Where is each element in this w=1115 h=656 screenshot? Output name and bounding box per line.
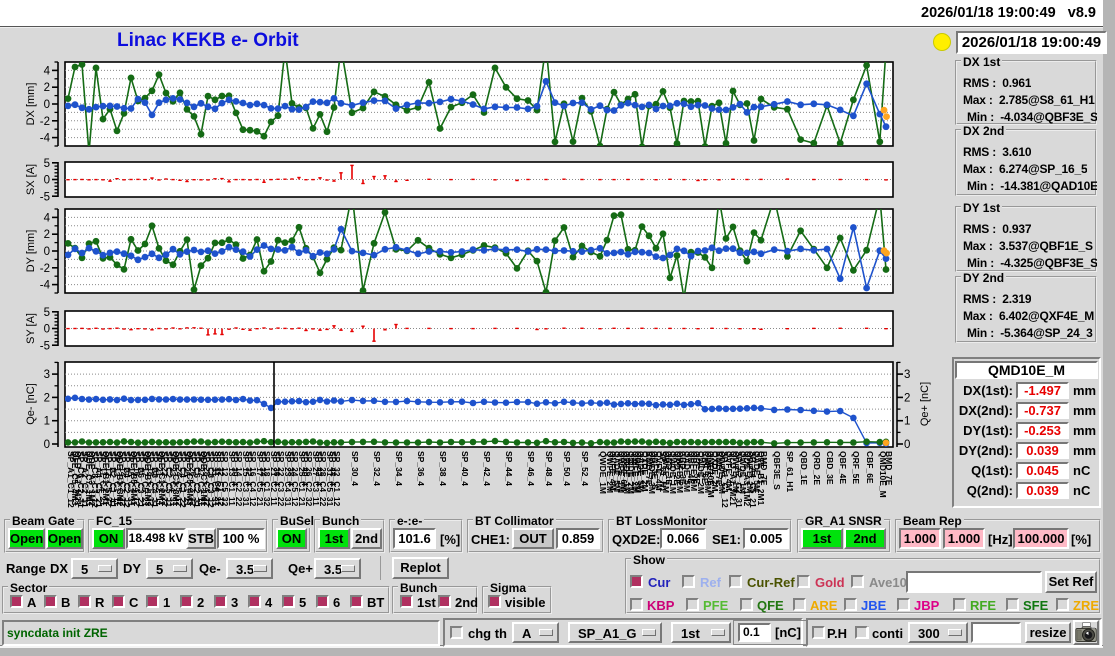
svg-text:-5: -5 [40,191,50,203]
svg-text:4: 4 [44,212,51,224]
svg-text:SP_44_4: SP_44_4 [328,451,338,486]
svg-text:3: 3 [904,369,910,381]
svg-text:BMD_7E: BMD_7E [884,451,894,486]
svg-text:1: 1 [904,416,910,428]
svg-text:Qe+ [nC]: Qe+ [nC] [919,382,931,426]
svg-text:SP_34_4: SP_34_4 [258,451,268,486]
svg-text:SY [A]: SY [A] [25,313,37,344]
svg-text:SP_48_4: SP_48_4 [544,451,554,486]
svg-text:SP_30_4: SP_30_4 [230,451,240,486]
svg-text:-4: -4 [40,133,51,145]
svg-text:-5: -5 [40,340,50,352]
svg-text:SP_40_4: SP_40_4 [300,451,310,486]
svg-text:1: 1 [44,416,50,428]
svg-text:QBD_1E: QBD_1E [799,451,809,485]
svg-text:-2: -2 [40,116,50,128]
svg-text:0: 0 [904,439,910,451]
svg-text:-2: -2 [40,263,50,275]
svg-text:QBF_4E: QBF_4E [838,451,848,484]
svg-text:SP_32_C1_12: SP_32_C1_12 [216,451,226,507]
svg-text:5: 5 [44,307,50,319]
svg-text:Qe- [nC]: Qe- [nC] [25,383,37,425]
svg-text:SP_36_4: SP_36_4 [416,451,426,486]
svg-text:2: 2 [44,82,50,94]
svg-text:CBF_6E: CBF_6E [865,451,875,484]
svg-text:SP_32_4: SP_32_4 [372,451,382,486]
svg-text:SP_42_4: SP_42_4 [314,451,324,486]
svg-text:4: 4 [44,65,51,77]
svg-text:0: 0 [44,439,50,451]
svg-text:0: 0 [44,324,50,336]
svg-text:SP_30_4: SP_30_4 [350,451,360,486]
svg-text:SP_61_H1: SP_61_H1 [785,451,795,492]
svg-text:SP_36_4: SP_36_4 [272,451,282,486]
svg-text:SP_46_4: SP_46_4 [526,451,536,486]
svg-text:SP_42_4: SP_42_4 [482,451,492,486]
svg-text:0: 0 [44,175,50,187]
svg-text:5: 5 [44,158,50,170]
svg-text:SX [A]: SX [A] [25,164,37,195]
svg-text:SP_40_4: SP_40_4 [460,451,470,486]
svg-text:SP_38_4: SP_38_4 [286,451,296,486]
svg-text:CBD_3E: CBD_3E [825,451,835,485]
svg-text:SP_50_4: SP_50_4 [562,451,572,486]
svg-text:SP_38_4: SP_38_4 [438,451,448,486]
svg-text:QRF_5E: QRF_5E [851,451,861,484]
svg-text:SP_52_4: SP_52_4 [580,451,590,486]
svg-text:0: 0 [44,99,50,111]
svg-text:DX [mm]: DX [mm] [25,83,37,126]
svg-text:-4: -4 [40,280,51,292]
svg-text:QFE_B1_2M1: QFE_B1_2M1 [756,451,766,506]
svg-text:SP_44_4: SP_44_4 [504,451,514,486]
svg-text:2: 2 [904,392,910,404]
svg-text:QRD_2E: QRD_2E [812,451,822,485]
svg-text:2: 2 [44,229,50,241]
svg-text:SP_34_4: SP_34_4 [394,451,404,486]
svg-text:0: 0 [44,246,50,258]
svg-text:2: 2 [44,392,50,404]
svg-text:DY [mm]: DY [mm] [25,230,37,273]
svg-text:QBF3E_S: QBF3E_S [772,451,782,490]
svg-text:SP_32_4: SP_32_4 [244,451,254,486]
svg-text:3: 3 [44,369,50,381]
